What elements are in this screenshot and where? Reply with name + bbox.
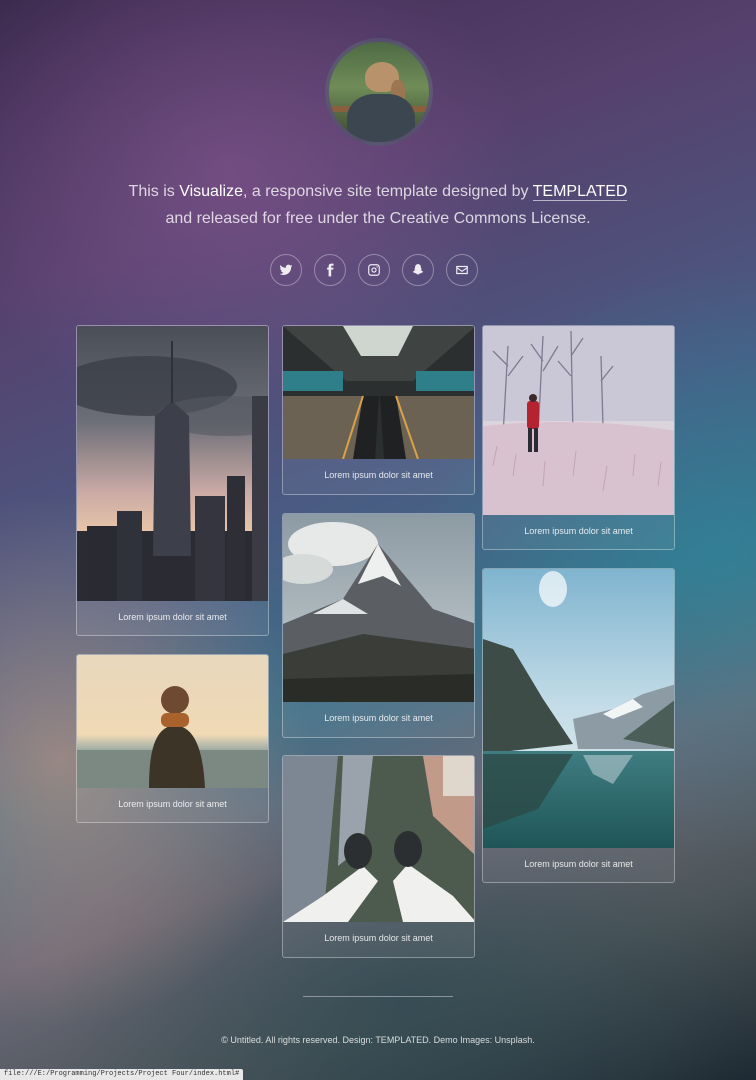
- card-image: [283, 326, 474, 459]
- card-caption: Lorem ipsum dolor sit amet: [324, 933, 433, 943]
- footer-divider: [303, 996, 453, 997]
- avatar: [325, 38, 433, 146]
- browser-status-url: file:///E:/Programming/Projects/Project …: [0, 1069, 244, 1080]
- card-caption: Lorem ipsum dolor sit amet: [524, 526, 633, 536]
- templated-link[interactable]: TEMPLATED: [532, 183, 628, 201]
- gallery-card[interactable]: Lorem ipsum dolor sit amet: [482, 325, 675, 550]
- card-caption: Lorem ipsum dolor sit amet: [118, 612, 227, 622]
- social-icons: [270, 254, 478, 286]
- card-caption: Lorem ipsum dolor sit amet: [324, 470, 433, 480]
- card-caption: Lorem ipsum dolor sit amet: [324, 713, 433, 723]
- gallery-card[interactable]: Lorem ipsum dolor sit amet: [76, 325, 269, 636]
- facebook-icon[interactable]: [314, 254, 346, 286]
- card-image: [483, 569, 674, 848]
- gallery-card[interactable]: Lorem ipsum dolor sit amet: [282, 325, 475, 495]
- envelope-icon[interactable]: [446, 254, 478, 286]
- instagram-icon[interactable]: [358, 254, 390, 286]
- gallery-card[interactable]: Lorem ipsum dolor sit amet: [482, 568, 675, 883]
- brand-name: Visualize: [179, 183, 243, 200]
- gallery-card[interactable]: Lorem ipsum dolor sit amet: [282, 755, 475, 958]
- card-image: [283, 514, 474, 702]
- footer-text: © Untitled. All rights reserved. Design:…: [221, 1035, 535, 1045]
- snapchat-icon[interactable]: [402, 254, 434, 286]
- gallery-card[interactable]: Lorem ipsum dolor sit amet: [282, 513, 475, 738]
- gallery-card[interactable]: Lorem ipsum dolor sit amet: [76, 654, 269, 823]
- card-image: [483, 326, 674, 515]
- card-image: [77, 326, 268, 601]
- intro-middle: , a responsive site template designed by: [242, 183, 533, 200]
- card-image: [77, 655, 268, 788]
- intro-text: This is Visualize, a responsive site tem…: [0, 178, 756, 232]
- card-caption: Lorem ipsum dolor sit amet: [524, 859, 633, 869]
- card-caption: Lorem ipsum dolor sit amet: [118, 799, 227, 809]
- card-image: [283, 756, 474, 922]
- twitter-icon[interactable]: [270, 254, 302, 286]
- intro-prefix: This is: [128, 183, 180, 200]
- intro-line-2: and released for free under the Creative…: [165, 210, 591, 227]
